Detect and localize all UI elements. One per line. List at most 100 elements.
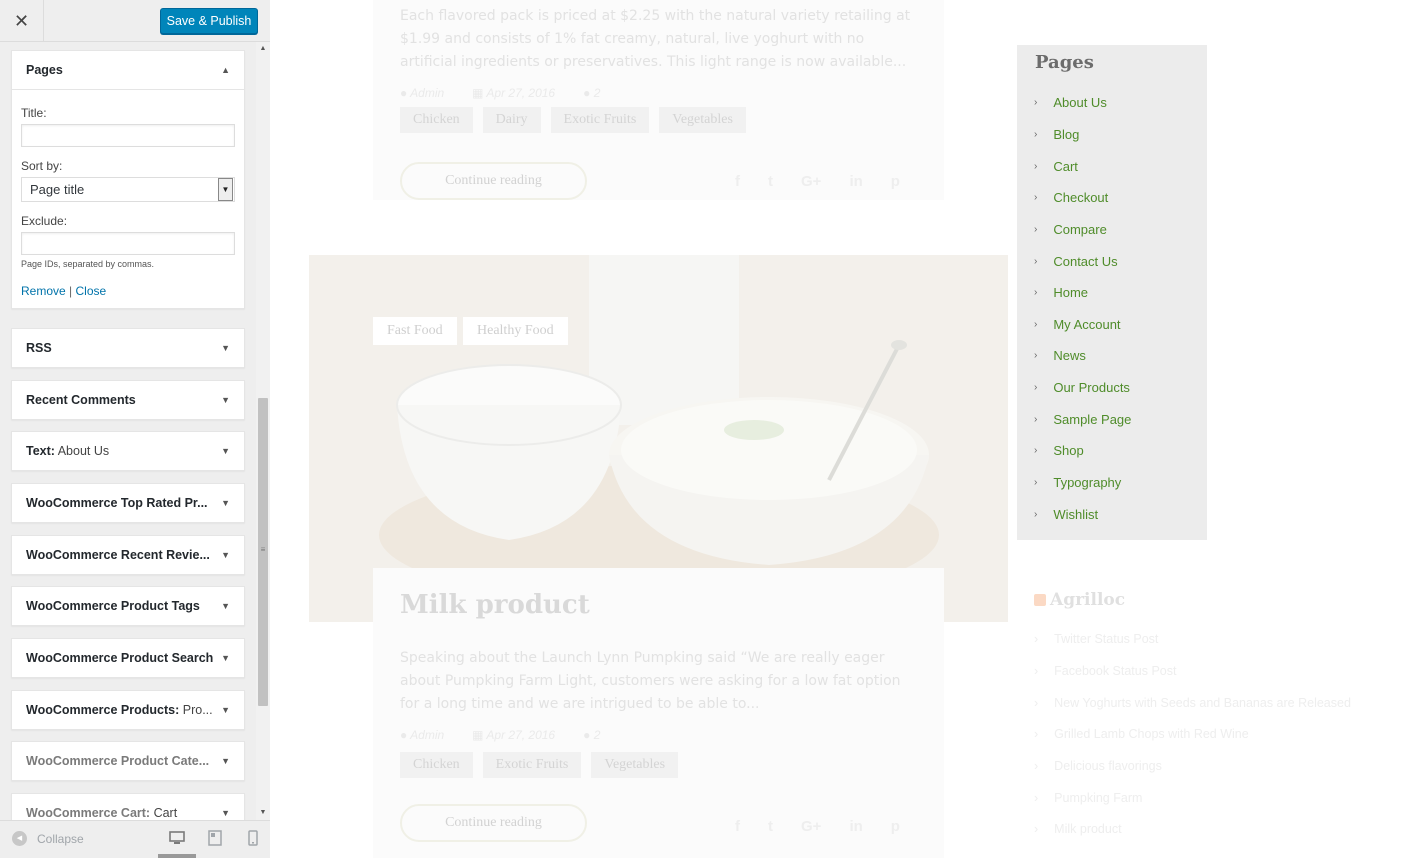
category-tag[interactable]: Healthy Food xyxy=(463,317,568,345)
tablet-icon[interactable] xyxy=(207,830,223,846)
remove-link[interactable]: Remove xyxy=(21,284,66,298)
widget-woo-recent-reviews[interactable]: WooCommerce Recent Revie... ▼ xyxy=(11,535,245,575)
scrollbar-thumb[interactable]: ≡ xyxy=(258,398,268,706)
linkedin-icon[interactable]: in xyxy=(849,173,862,190)
widget-woo-product-search[interactable]: WooCommerce Product Search ▼ xyxy=(11,638,245,678)
page-link-typography[interactable]: › Typography xyxy=(1034,475,1121,490)
page-link-checkout[interactable]: › Checkout xyxy=(1034,190,1108,205)
rss-item[interactable]: › Pumpking Farm xyxy=(1034,791,1142,805)
post-title[interactable]: Milk product xyxy=(400,590,590,620)
continue-reading-button[interactable]: Continue reading xyxy=(400,162,587,200)
widget-woo-top-rated[interactable]: WooCommerce Top Rated Pr... ▼ xyxy=(11,483,245,523)
exclude-label: Exclude: xyxy=(21,214,68,228)
chevron-right-icon: › xyxy=(1034,224,1038,235)
arrow-down-icon[interactable]: ▼ xyxy=(221,808,230,818)
page-link-home[interactable]: › Home xyxy=(1034,285,1088,300)
arrow-up-icon[interactable]: ▲ xyxy=(221,65,230,75)
tag-chip[interactable]: Vegetables xyxy=(591,752,679,778)
page-link-compare[interactable]: › Compare xyxy=(1034,222,1107,237)
post-comments[interactable]: ● 2 xyxy=(583,86,600,100)
category-tag[interactable]: Fast Food xyxy=(373,317,457,345)
rss-item[interactable]: › Facebook Status Post xyxy=(1034,664,1176,678)
tag-chip[interactable]: Vegetables xyxy=(659,107,746,133)
close-icon[interactable]: ✕ xyxy=(0,0,44,42)
post-excerpt: Speaking about the Launch Lynn Pumpking … xyxy=(400,650,901,712)
widget-woo-cart[interactable]: WooCommerce Cart: Cart ▼ xyxy=(11,793,245,820)
arrow-down-icon[interactable]: ▼ xyxy=(221,601,230,611)
chevron-right-icon: › xyxy=(1034,445,1038,456)
page-link-contact-us[interactable]: › Contact Us xyxy=(1034,254,1118,269)
arrow-down-icon[interactable]: ▼ xyxy=(221,498,230,508)
rss-item[interactable]: › Milk product xyxy=(1034,822,1122,836)
arrow-down-icon[interactable]: ▼ xyxy=(221,343,230,353)
pinterest-icon[interactable]: p xyxy=(891,173,900,190)
rss-widget-title[interactable]: Agrilloc xyxy=(1034,590,1125,610)
post-comments[interactable]: ● 2 xyxy=(583,728,600,742)
page-link-wishlist[interactable]: › Wishlist xyxy=(1034,507,1098,522)
google-plus-icon[interactable]: G+ xyxy=(801,173,821,190)
google-plus-icon[interactable]: G+ xyxy=(801,818,821,835)
widget-pages-header[interactable]: Pages ▲ xyxy=(12,51,244,89)
arrow-down-icon[interactable]: ▼ xyxy=(221,756,230,766)
continue-reading-button[interactable]: Continue reading xyxy=(400,804,587,842)
chevron-down-icon[interactable]: ▼ xyxy=(218,178,233,201)
tag-chip[interactable]: Chicken xyxy=(400,752,473,778)
exclude-input[interactable] xyxy=(21,232,235,255)
widget-title: WooCommerce Products: Pro... xyxy=(26,703,213,717)
page-link-our-products[interactable]: › Our Products xyxy=(1034,380,1130,395)
post-meta: ● Admin ▦ Apr 27, 2016 ● 2 xyxy=(400,728,600,742)
widget-rss[interactable]: RSS ▼ xyxy=(11,328,245,368)
twitter-icon[interactable]: t xyxy=(768,173,773,190)
scroll-up-icon[interactable]: ▲ xyxy=(256,44,270,54)
post-card: Each flavored pack is priced at $2.25 wi… xyxy=(373,0,944,200)
post-author[interactable]: ● Admin xyxy=(400,728,444,742)
arrow-down-icon[interactable]: ▼ xyxy=(221,653,230,663)
rss-item[interactable]: › New Yoghurts with Seeds and Bananas are… xyxy=(1034,696,1351,710)
linkedin-icon[interactable]: in xyxy=(849,818,862,835)
tag-chip[interactable]: Exotic Fruits xyxy=(550,107,650,133)
page-link-shop[interactable]: › Shop xyxy=(1034,443,1084,458)
collapse-icon[interactable]: ◀ xyxy=(12,831,27,846)
page-link-cart[interactable]: › Cart xyxy=(1034,159,1078,174)
page-link-blog[interactable]: › Blog xyxy=(1034,127,1079,142)
mobile-icon[interactable] xyxy=(245,830,261,846)
chevron-right-icon: › xyxy=(1034,192,1038,203)
arrow-down-icon[interactable]: ▼ xyxy=(221,550,230,560)
rss-item[interactable]: › Delicious flavorings xyxy=(1034,759,1162,773)
chevron-right-icon: › xyxy=(1034,509,1038,520)
tag-chip[interactable]: Chicken xyxy=(400,107,473,133)
widget-text-about[interactable]: Text: About Us ▼ xyxy=(11,431,245,471)
post-author[interactable]: ● Admin xyxy=(400,86,444,100)
tag-chip[interactable]: Dairy xyxy=(482,107,541,133)
desktop-icon[interactable] xyxy=(169,830,185,846)
rss-item[interactable]: › Grilled Lamb Chops with Red Wine xyxy=(1034,727,1249,741)
page-link-news[interactable]: › News xyxy=(1034,348,1086,363)
widget-woo-product-categories[interactable]: WooCommerce Product Cate... ▼ xyxy=(11,741,245,781)
dairy-photo xyxy=(309,255,1008,622)
widget-woo-products[interactable]: WooCommerce Products: Pro... ▼ xyxy=(11,690,245,730)
pinterest-icon[interactable]: p xyxy=(891,818,900,835)
collapse-button[interactable]: Collapse xyxy=(37,832,84,846)
scroll-down-icon[interactable]: ▼ xyxy=(256,808,270,818)
sidebar-scrollbar[interactable]: ▲ ≡ ▼ xyxy=(256,42,270,820)
page-link-sample-page[interactable]: › Sample Page xyxy=(1034,412,1131,427)
facebook-icon[interactable]: f xyxy=(735,173,740,190)
tag-chip[interactable]: Exotic Fruits xyxy=(482,752,582,778)
page-link-about-us[interactable]: › About Us xyxy=(1034,95,1107,110)
featured-image[interactable]: Fast Food Healthy Food xyxy=(309,255,1008,622)
save-publish-button[interactable]: Save & Publish xyxy=(160,8,258,34)
facebook-icon[interactable]: f xyxy=(735,818,740,835)
chevron-right-icon: › xyxy=(1034,287,1038,298)
widget-title: WooCommerce Product Search xyxy=(26,651,214,665)
arrow-down-icon[interactable]: ▼ xyxy=(221,395,230,405)
arrow-down-icon[interactable]: ▼ xyxy=(221,705,230,715)
widget-recent-comments[interactable]: Recent Comments ▼ xyxy=(11,380,245,420)
close-link[interactable]: Close xyxy=(76,284,107,298)
page-link-my-account[interactable]: › My Account xyxy=(1034,317,1121,332)
title-input[interactable] xyxy=(21,124,235,147)
rss-item[interactable]: › Twitter Status Post xyxy=(1034,632,1158,646)
widget-woo-product-tags[interactable]: WooCommerce Product Tags ▼ xyxy=(11,586,245,626)
twitter-icon[interactable]: t xyxy=(768,818,773,835)
sort-by-select[interactable]: Page title ▼ xyxy=(21,177,235,202)
arrow-down-icon[interactable]: ▼ xyxy=(221,446,230,456)
